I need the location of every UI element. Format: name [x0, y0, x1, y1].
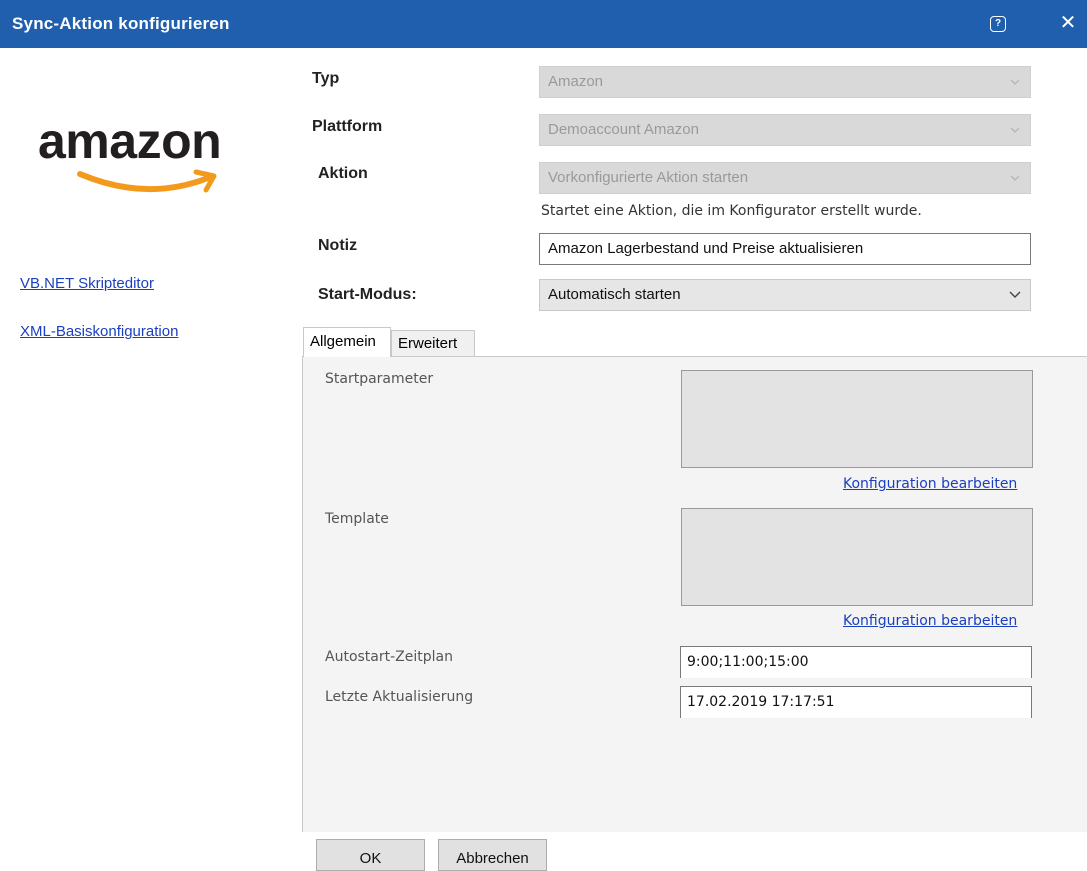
tab-erweitert[interactable]: Erweitert [391, 330, 475, 357]
startmodus-select[interactable]: Automatisch starten [539, 279, 1031, 311]
startparameter-label: Startparameter [325, 371, 434, 387]
plattform-label: Plattform [312, 118, 383, 135]
window-title: Sync-Aktion konfigurieren [12, 14, 230, 33]
cancel-button[interactable]: Abbrechen [438, 839, 547, 871]
chevron-down-icon [1010, 79, 1020, 85]
amazon-smile-icon [77, 169, 217, 193]
template-textarea[interactable] [681, 508, 1033, 606]
aktion-hint: Startet eine Aktion, die im Konfigurator… [541, 203, 922, 219]
startparameter-config-link[interactable]: Konfiguration bearbeiten [843, 476, 1017, 492]
dialog-window: Sync-Aktion konfigurieren ? ✕ amazon VB.… [0, 0, 1087, 871]
notiz-input[interactable]: Amazon Lagerbestand und Preise aktualisi… [539, 233, 1031, 265]
aktion-value: Vorkonfigurierte Aktion starten [548, 169, 749, 186]
startparameter-textarea[interactable] [681, 370, 1033, 468]
letzte-aktualisierung-input[interactable]: 17.02.2019 17:17:51 [680, 686, 1032, 718]
chevron-down-icon [1010, 127, 1020, 133]
typ-value: Amazon [548, 73, 604, 90]
template-label: Template [325, 511, 389, 527]
aktion-label: Aktion [318, 165, 368, 182]
plattform-value: Demoaccount Amazon [548, 121, 699, 138]
startmodus-value: Automatisch starten [548, 286, 681, 303]
tab-allgemein[interactable]: Allgemein [303, 327, 391, 357]
template-config-link[interactable]: Konfiguration bearbeiten [843, 613, 1017, 629]
autostart-label: Autostart-Zeitplan [325, 649, 453, 665]
letzte-aktualisierung-label: Letzte Aktualisierung [325, 689, 474, 705]
amazon-logo-text: amazon [38, 113, 222, 169]
title-bar: Sync-Aktion konfigurieren ? ✕ [0, 0, 1087, 48]
xml-basiskonfiguration-link[interactable]: XML-Basiskonfiguration [20, 323, 178, 340]
amazon-logo: amazon [38, 112, 278, 202]
close-icon[interactable]: ✕ [1056, 10, 1080, 36]
vbnet-skripteditor-link[interactable]: VB.NET Skripteditor [20, 275, 154, 292]
chevron-down-icon [1010, 175, 1020, 181]
notiz-label: Notiz [318, 237, 358, 254]
typ-label: Typ [312, 70, 340, 87]
chevron-down-icon [1009, 291, 1021, 298]
aktion-select[interactable]: Vorkonfigurierte Aktion starten [539, 162, 1031, 194]
autostart-input[interactable]: 9:00;11:00;15:00 [680, 646, 1032, 678]
startmodus-label: Start-Modus: [318, 286, 417, 303]
help-icon[interactable]: ? [990, 16, 1006, 32]
typ-select[interactable]: Amazon [539, 66, 1031, 98]
plattform-select[interactable]: Demoaccount Amazon [539, 114, 1031, 146]
ok-button[interactable]: OK [316, 839, 425, 871]
